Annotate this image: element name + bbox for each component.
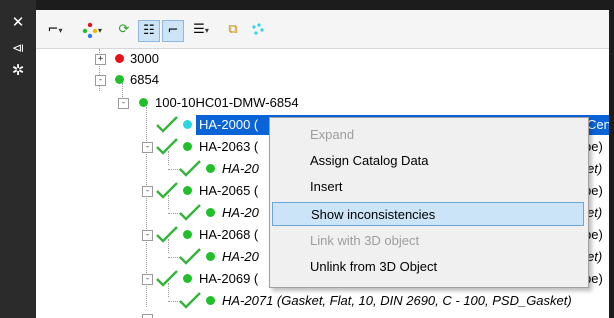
check-icon — [179, 160, 201, 177]
window-frame-right — [609, 0, 614, 318]
tree-view-icon: ☷ — [143, 23, 155, 38]
status-dot-green — [183, 186, 192, 195]
check-icon — [179, 204, 201, 221]
tree-node-label: HA-20 — [222, 161, 259, 176]
expand-toggle[interactable]: + — [95, 54, 106, 65]
group-icon: ⧉ — [228, 22, 238, 37]
collapse-toggle[interactable]: - — [142, 142, 153, 153]
tree-node-label: 100-10HC01-DMW-6854 — [155, 95, 299, 110]
check-icon — [179, 292, 201, 309]
tree-row[interactable]: + 3000 — [36, 49, 609, 69]
status-dot-green — [183, 142, 192, 151]
pin-icon[interactable]: ⧏ — [10, 40, 26, 56]
tree-node-label: HA-2068 ( — [199, 227, 259, 242]
menu-item-insert[interactable]: Insert — [272, 175, 584, 199]
check-icon — [179, 248, 201, 265]
status-dot-green — [206, 164, 215, 173]
model-browser-window: ✕ ⧏ ✲ ⌐▾ ▾ ⟳ ☷ ⌐ ☰▾ ⧉ + 3000 - 6854 - 10… — [0, 0, 614, 318]
menu-item-assign-catalog-data[interactable]: Assign Catalog Data — [272, 149, 584, 173]
scatter-dots-icon — [252, 22, 264, 35]
filter-link-icon: ⌐ — [47, 22, 59, 37]
window-frame-top — [0, 0, 614, 10]
flat-view-icon: ⌐ — [167, 23, 179, 38]
collapse-toggle[interactable]: - — [118, 98, 129, 109]
chevron-down-icon: ▾ — [97, 26, 102, 35]
check-icon — [156, 226, 178, 243]
chevron-down-icon: ▾ — [204, 26, 209, 35]
refresh-button[interactable]: ⟳ — [114, 20, 134, 40]
menu-item-expand[interactable]: Expand — [272, 123, 584, 147]
scatter-dots-button[interactable] — [248, 20, 268, 40]
flat-view-button[interactable]: ⌐ — [162, 20, 184, 42]
status-dot-green — [183, 230, 192, 239]
close-icon[interactable]: ✕ — [10, 14, 26, 30]
color-dots-icon — [82, 22, 98, 38]
tree-row[interactable]: - 100-10HC01-DMW-6854 — [36, 93, 609, 113]
context-menu: Expand Assign Catalog Data Insert Show i… — [269, 117, 589, 288]
collapse-toggle[interactable]: - — [142, 186, 153, 197]
settings-icon[interactable]: ✲ — [10, 62, 26, 78]
tree-node-label: 6854 — [130, 72, 159, 87]
palette-side-rail: ✕ ⧏ ✲ — [0, 0, 36, 318]
check-icon — [156, 270, 178, 287]
status-dot-green — [206, 296, 215, 305]
status-dot-cyan — [183, 120, 192, 129]
tree-node-label-overflow: et) — [587, 161, 603, 176]
status-dot-red — [115, 54, 124, 63]
collapse-toggle[interactable]: - — [142, 230, 153, 241]
filter-link-button[interactable]: ⌐▾ — [42, 20, 68, 40]
add-column-icon: ☰ — [193, 22, 205, 37]
collapse-toggle[interactable]: - — [95, 75, 106, 86]
tree-node-label: HA-20 — [222, 205, 259, 220]
check-icon — [156, 138, 178, 155]
color-dots-button[interactable]: ▾ — [78, 20, 106, 40]
chevron-down-icon: ▾ — [58, 26, 63, 35]
add-column-button[interactable]: ☰▾ — [188, 20, 214, 40]
menu-item-link-with-3d-object[interactable]: Link with 3D object — [272, 229, 584, 253]
refresh-icon: ⟳ — [118, 22, 130, 37]
tree-row[interactable]: - 6854 — [36, 70, 609, 90]
tree-node-label: HA-2069 ( — [199, 271, 259, 286]
check-icon — [156, 182, 178, 199]
tree-row[interactable]: HA-2071 (Gasket, Flat, 10, DIN 2690, C -… — [36, 291, 609, 311]
menu-item-unlink-from-3d-object[interactable]: Unlink from 3D Object — [272, 255, 584, 279]
group-button[interactable]: ⧉ — [222, 20, 244, 40]
tree-row-partial — [36, 313, 609, 318]
tree-node-label: HA-2071 (Gasket, Flat, 10, DIN 2690, C -… — [222, 293, 572, 308]
toolbar: ⌐▾ ▾ ⟳ ☷ ⌐ ☰▾ ⧉ — [36, 10, 609, 49]
tree-node-label: 3000 — [130, 51, 159, 66]
tree-node-label: HA-2065 ( — [199, 183, 259, 198]
collapse-toggle — [142, 314, 153, 318]
tree-node-label-overflow: et) — [587, 205, 603, 220]
tree-view-button[interactable]: ☷ — [138, 20, 160, 42]
status-dot-green — [206, 252, 215, 261]
tree-node-label: HA-2063 ( — [199, 139, 259, 154]
status-dot-green — [139, 98, 148, 107]
status-dot-green — [206, 208, 215, 217]
collapse-toggle[interactable]: - — [142, 274, 153, 285]
status-dot-green — [115, 75, 124, 84]
tree-node-label-overflow: et) — [587, 249, 603, 264]
menu-item-show-inconsistencies[interactable]: Show inconsistencies — [272, 202, 584, 226]
tree-node-label: HA-20 — [222, 249, 259, 264]
check-icon — [156, 116, 178, 133]
status-dot-green — [183, 274, 192, 283]
